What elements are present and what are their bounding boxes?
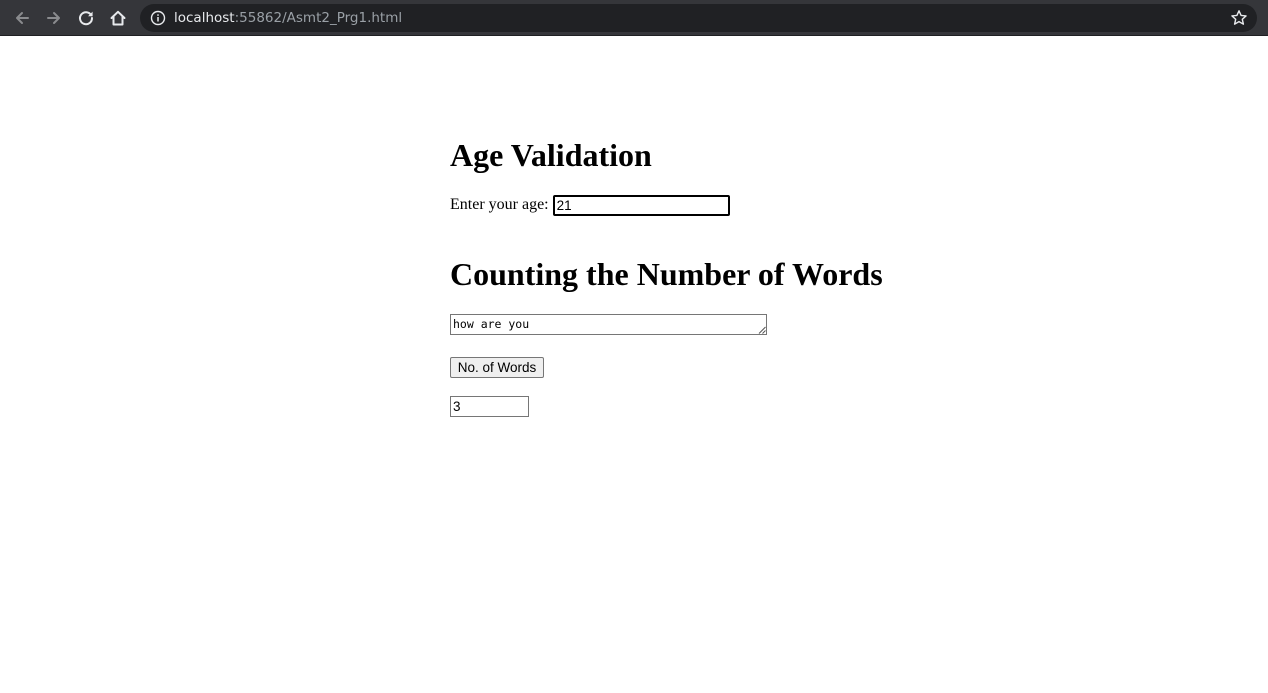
count-words-button[interactable]: No. of Words xyxy=(450,357,544,378)
url-text[interactable]: localhost:55862/Asmt2_Prg1.html xyxy=(174,10,402,26)
reload-icon[interactable] xyxy=(74,6,98,30)
back-arrow-icon[interactable] xyxy=(10,6,34,30)
age-label: Enter your age: xyxy=(450,196,549,213)
forward-arrow-icon[interactable] xyxy=(42,6,66,30)
age-row: Enter your age: xyxy=(450,194,730,216)
age-validation-heading: Age Validation xyxy=(450,137,652,173)
browser-toolbar: localhost:55862/Asmt2_Prg1.html xyxy=(0,0,1268,36)
home-icon[interactable] xyxy=(106,6,130,30)
url-host: localhost xyxy=(174,10,235,26)
star-icon[interactable] xyxy=(1230,9,1248,27)
word-count-result[interactable] xyxy=(450,396,529,417)
resize-handle-icon[interactable] xyxy=(758,326,766,334)
address-bar[interactable]: localhost:55862/Asmt2_Prg1.html xyxy=(140,4,1257,32)
word-count-heading: Counting the Number of Words xyxy=(450,256,883,292)
words-textarea[interactable]: how are you xyxy=(450,314,767,335)
info-icon[interactable] xyxy=(150,10,166,26)
age-input[interactable] xyxy=(552,194,730,216)
url-path: :55862/Asmt2_Prg1.html xyxy=(234,10,403,26)
